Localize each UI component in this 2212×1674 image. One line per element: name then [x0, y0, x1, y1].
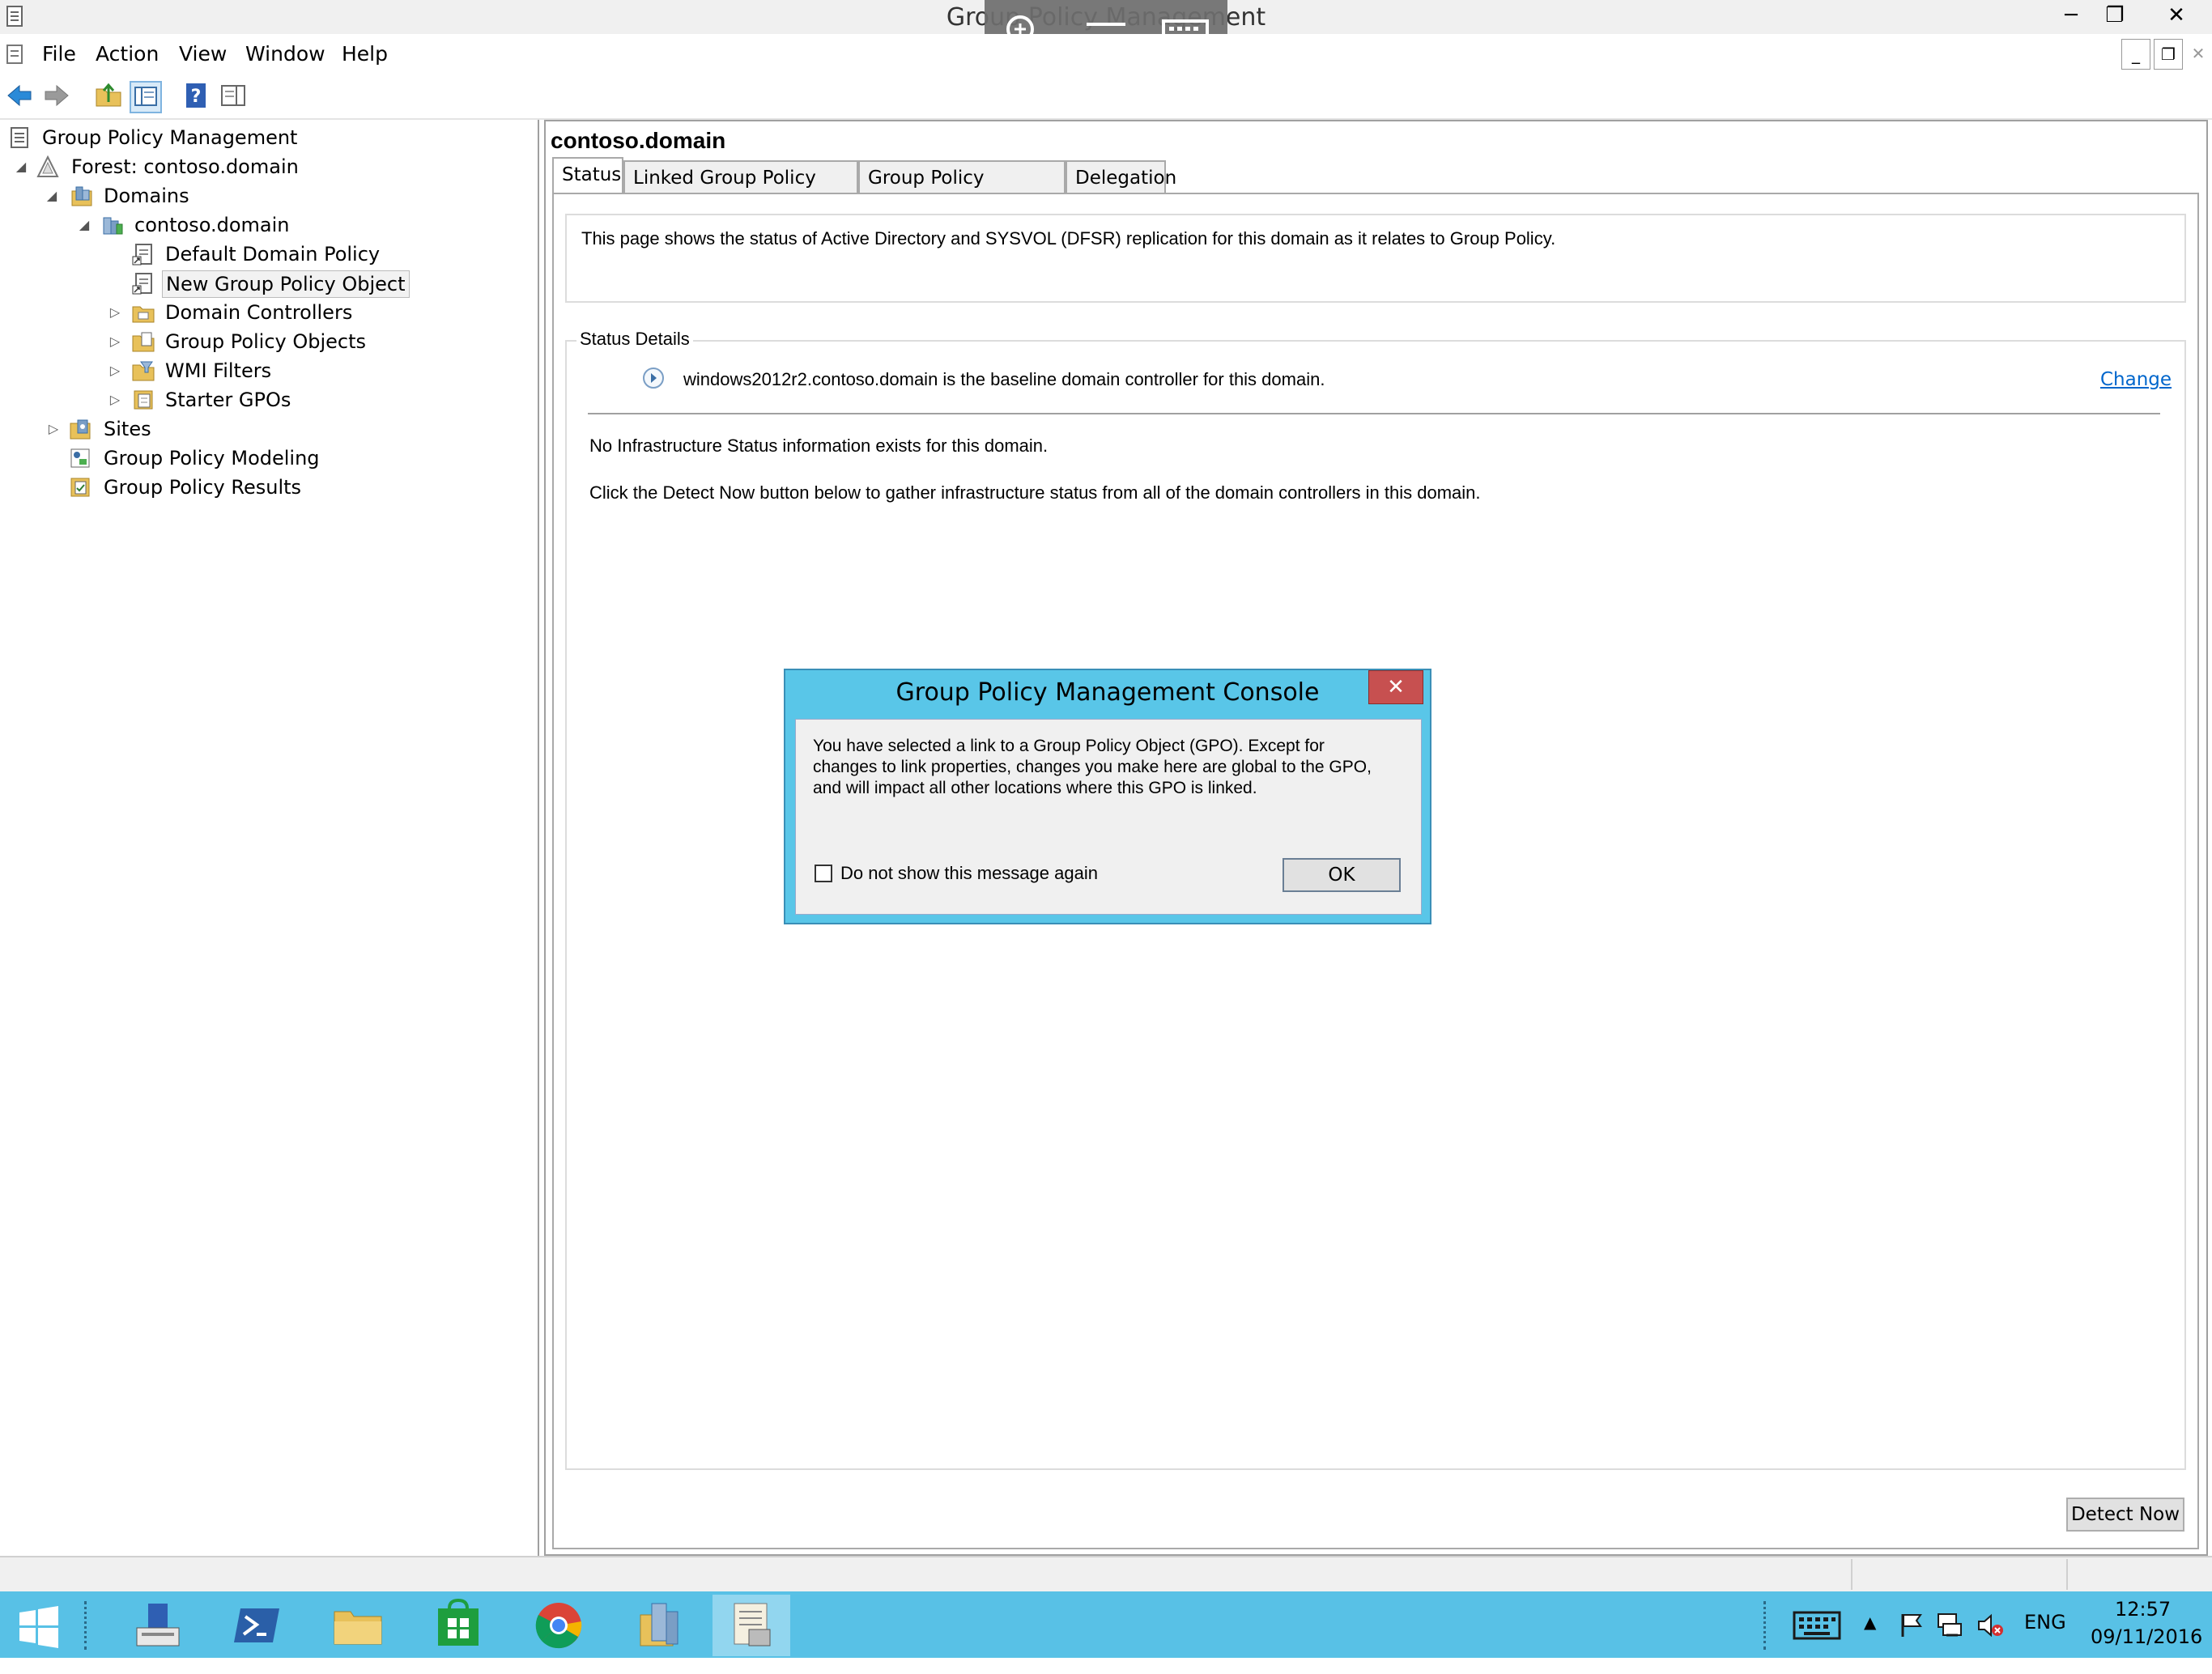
no-info-text: No Infrastructure Status information exi… [589, 435, 1049, 456]
gpmc-icon[interactable] [713, 1595, 790, 1656]
tree-label-selected: New Group Policy Object [162, 270, 410, 298]
restore-button[interactable]: ❐ [2092, 0, 2138, 31]
separator [588, 413, 2160, 414]
server-manager-icon[interactable] [118, 1595, 196, 1656]
child-minimize-button[interactable]: _ [2121, 39, 2150, 70]
gpm-console-icon [8, 125, 32, 150]
dialog-message-line: You have selected a link to a Group Poli… [813, 737, 1325, 755]
gpo-link-icon [131, 242, 155, 266]
dialog-message-line: changes to link properties, changes you … [813, 758, 1372, 776]
child-restore-button[interactable]: ❐ [2154, 39, 2183, 70]
clock-date[interactable]: 09/11/2016 [2091, 1625, 2202, 1648]
detect-hint-text: Click the Detect Now button below to gat… [589, 482, 1481, 503]
child-close-button[interactable]: ✕ [2186, 39, 2210, 68]
tree-label: Group Policy Management [42, 126, 298, 149]
chrome-icon[interactable] [520, 1595, 598, 1656]
show-hidden-icons-icon[interactable]: ▲ [1864, 1612, 1876, 1632]
menu-window[interactable]: Window [245, 42, 325, 66]
domain-icon [100, 213, 125, 237]
tree-label: WMI Filters [165, 359, 272, 382]
expand-triangle-icon[interactable]: ▷ [47, 414, 60, 444]
tab-linked-gpos[interactable]: Linked Group Policy Objects [623, 160, 858, 221]
collapse-triangle-icon[interactable]: ◢ [15, 152, 28, 181]
page-title: contoso.domain [551, 128, 726, 153]
start-icon[interactable] [16, 1604, 62, 1650]
status-bar [0, 1556, 2212, 1593]
tree-label: Starter GPOs [165, 389, 291, 411]
taskbar-grip [84, 1601, 93, 1650]
domains-icon [70, 184, 94, 208]
show-hide-tree-icon[interactable] [130, 81, 162, 113]
menu-file[interactable]: File [42, 42, 76, 66]
tree-label: contoso.domain [134, 214, 290, 236]
expand-triangle-icon[interactable]: ▷ [108, 385, 121, 414]
toolbar [0, 74, 2212, 120]
minimize-button[interactable]: ─ [2048, 0, 2094, 31]
file-explorer-icon[interactable] [319, 1595, 397, 1656]
back-arrow-icon[interactable] [5, 81, 34, 110]
sites-icon [68, 417, 92, 441]
results-icon [68, 475, 92, 499]
taskbar-grip [1763, 1601, 1772, 1650]
intro-text: This page shows the status of Active Dir… [581, 228, 1556, 249]
tab-delegation[interactable]: Delegation [1066, 160, 1176, 193]
wmi-filter-folder-icon [131, 359, 155, 383]
svg-text:?: ? [191, 87, 202, 107]
action-center-flag-icon[interactable] [1896, 1611, 1925, 1640]
change-link[interactable]: Change [2100, 369, 2172, 390]
tree-label: Group Policy Objects [165, 330, 367, 353]
up-folder-icon[interactable] [94, 81, 123, 110]
volume-muted-icon[interactable] [1976, 1611, 2005, 1640]
expand-triangle-icon[interactable]: ▷ [108, 298, 121, 327]
menu-action[interactable]: Action [96, 42, 159, 66]
detect-now-button[interactable]: Detect Now [2066, 1498, 2184, 1532]
menu-view[interactable]: View [179, 42, 227, 66]
tree-label: Sites [104, 418, 151, 440]
status-details-label: Status Details [576, 329, 693, 350]
dialog-title: Group Policy Management Console [895, 678, 1320, 707]
clock-time[interactable]: 12:57 [2115, 1598, 2171, 1621]
language-indicator[interactable]: ENG [2024, 1611, 2066, 1634]
mmc-doc-icon[interactable] [5, 44, 26, 66]
tab-gp-inheritance[interactable]: Group Policy Inheritance [858, 160, 1066, 221]
modeling-icon [68, 446, 92, 470]
powershell-icon[interactable] [219, 1595, 296, 1656]
store-icon[interactable] [419, 1595, 497, 1656]
expand-triangle-icon[interactable]: ▷ [108, 327, 121, 356]
collapse-triangle-icon[interactable]: ◢ [78, 210, 91, 240]
dialog-message-line: and will impact all other locations wher… [813, 779, 1257, 797]
expand-circle-icon[interactable] [641, 366, 666, 390]
menu-bar [0, 34, 2212, 74]
gpo-folder-icon [131, 329, 155, 354]
tree-label: Group Policy Modeling [104, 447, 320, 469]
tab-status[interactable]: Status [552, 157, 623, 194]
checkbox-label: Do not show this message again [840, 863, 1098, 883]
tree-label: Forest: contoso.domain [71, 155, 299, 178]
tree-label: Default Domain Policy [165, 243, 381, 266]
tree-label: Domain Controllers [165, 301, 353, 324]
collapse-triangle-icon[interactable]: ◢ [45, 181, 58, 210]
baseline-dc-text: windows2012r2.contoso.domain is the base… [683, 369, 1325, 389]
touch-keyboard-icon[interactable] [1793, 1609, 1841, 1642]
close-button[interactable]: ✕ [2147, 0, 2206, 31]
tree-label: Domains [104, 185, 189, 207]
admin-tools-icon[interactable] [620, 1595, 698, 1656]
dont-show-again-checkbox[interactable] [815, 865, 832, 882]
status-bar-divider [1851, 1559, 1853, 1590]
dialog-close-button[interactable]: ✕ [1368, 670, 1423, 704]
expand-triangle-icon[interactable]: ▷ [108, 356, 121, 385]
network-icon[interactable] [1935, 1611, 1964, 1640]
status-bar-divider [2066, 1559, 2068, 1590]
forward-arrow-icon[interactable] [42, 81, 71, 110]
gpo-link-icon [131, 271, 155, 295]
ou-folder-icon [131, 300, 155, 325]
tree-label: Group Policy Results [104, 476, 302, 499]
forest-icon [36, 155, 60, 179]
starter-gpo-icon [131, 388, 155, 412]
ok-button[interactable]: OK [1283, 858, 1401, 892]
action-pane-icon[interactable] [219, 81, 248, 110]
menu-help[interactable]: Help [342, 42, 388, 66]
help-icon[interactable]: ? [181, 81, 211, 110]
intro-box [565, 214, 2186, 303]
